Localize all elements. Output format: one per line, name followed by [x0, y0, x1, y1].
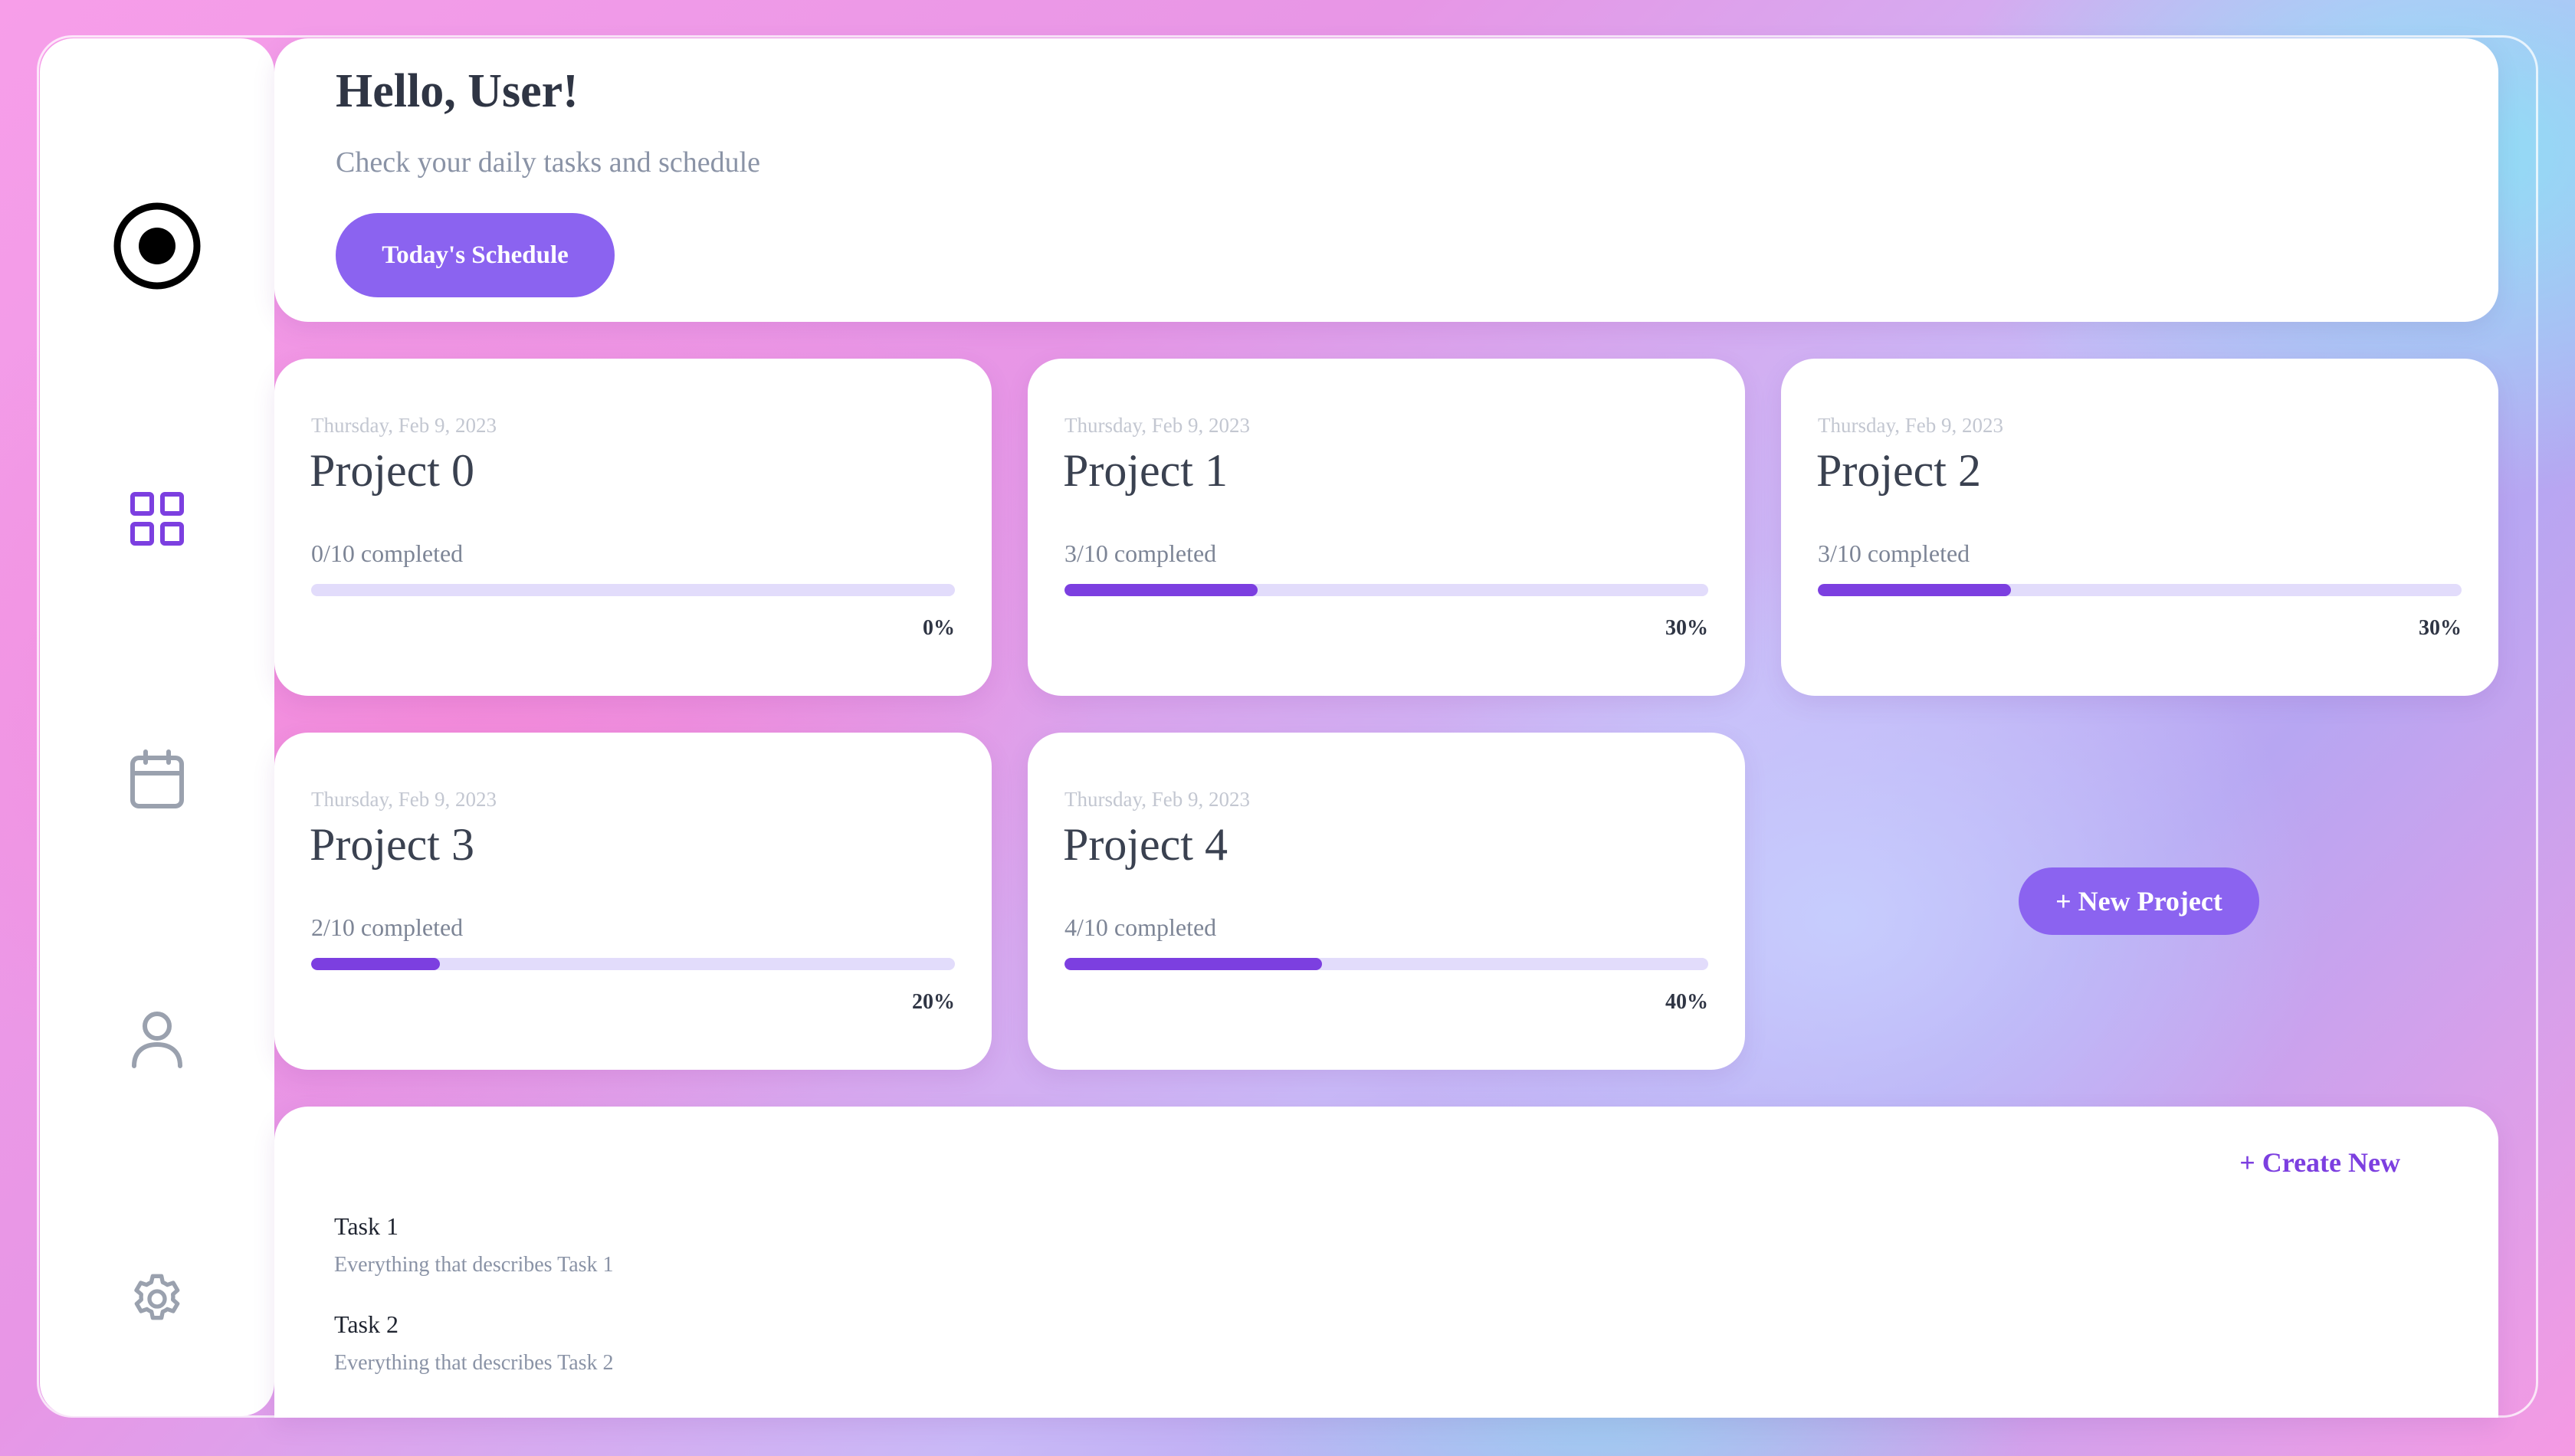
progress-percent: 0%: [923, 616, 955, 640]
progress-percent: 40%: [1665, 990, 1708, 1014]
sidebar-item-settings[interactable]: [40, 1249, 274, 1349]
logo-icon[interactable]: [40, 196, 274, 296]
project-completed-count: 3/10 completed: [1818, 539, 1970, 567]
task-description: Everything that describes Task 1: [334, 1253, 614, 1277]
sidebar-item-profile[interactable]: [40, 990, 274, 1090]
project-date: Thursday, Feb 9, 2023: [1064, 788, 1250, 811]
greeting-title: Hello, User!: [336, 65, 579, 117]
project-name: Project 3: [310, 819, 474, 870]
create-new-task-link[interactable]: + Create New: [2239, 1146, 2400, 1179]
progress-track: [1064, 958, 1708, 970]
progress-fill: [1064, 958, 1322, 970]
progress-percent: 30%: [2419, 616, 2462, 640]
progress-fill: [311, 958, 440, 970]
project-date: Thursday, Feb 9, 2023: [1064, 414, 1250, 437]
dashboard-grid-icon: [130, 492, 184, 546]
new-project-button[interactable]: + New Project: [2019, 867, 2259, 935]
todays-schedule-button[interactable]: Today's Schedule: [336, 213, 615, 297]
task-description: Everything that describes Task 2: [334, 1351, 614, 1375]
sidebar-item-dashboard[interactable]: [40, 469, 274, 569]
greeting-subtitle: Check your daily tasks and schedule: [336, 146, 761, 179]
tasks-card: + Create New Task 1 Everything that desc…: [274, 1107, 2498, 1418]
list-item[interactable]: Task 1 Everything that describes Task 1: [334, 1212, 614, 1277]
task-title: Task 1: [334, 1212, 399, 1240]
progress-track: [1064, 584, 1708, 596]
project-card[interactable]: Thursday, Feb 9, 2023 Project 3 2/10 com…: [274, 733, 992, 1070]
progress-percent: 30%: [1665, 616, 1708, 640]
project-name: Project 4: [1063, 819, 1228, 870]
list-item[interactable]: Task 2 Everything that describes Task 2: [334, 1310, 614, 1376]
progress-percent: 20%: [912, 990, 955, 1014]
project-card[interactable]: Thursday, Feb 9, 2023 Project 1 3/10 com…: [1028, 359, 1745, 696]
sidebar: [40, 38, 274, 1416]
task-title: Task 2: [334, 1310, 399, 1338]
progress-track: [311, 958, 955, 970]
project-date: Thursday, Feb 9, 2023: [311, 414, 497, 437]
project-completed-count: 4/10 completed: [1064, 913, 1217, 941]
project-card[interactable]: Thursday, Feb 9, 2023 Project 4 4/10 com…: [1028, 733, 1745, 1070]
sidebar-item-calendar[interactable]: [40, 730, 274, 829]
welcome-card: Hello, User! Check your daily tasks and …: [274, 38, 2498, 322]
progress-track: [311, 584, 955, 596]
project-card[interactable]: Thursday, Feb 9, 2023 Project 2 3/10 com…: [1781, 359, 2498, 696]
project-completed-count: 0/10 completed: [311, 539, 464, 567]
project-card[interactable]: Thursday, Feb 9, 2023 Project 0 0/10 com…: [274, 359, 992, 696]
project-name: Project 0: [310, 445, 474, 496]
project-date: Thursday, Feb 9, 2023: [311, 788, 497, 811]
progress-track: [1818, 584, 2462, 596]
project-name: Project 1: [1063, 445, 1228, 496]
progress-fill: [1064, 584, 1258, 596]
settings-gear-icon: [134, 1274, 180, 1320]
project-name: Project 2: [1816, 445, 1981, 496]
project-date: Thursday, Feb 9, 2023: [1818, 414, 2003, 437]
user-icon: [132, 1012, 182, 1068]
project-completed-count: 3/10 completed: [1064, 539, 1217, 567]
progress-fill: [1818, 584, 2011, 596]
project-completed-count: 2/10 completed: [311, 913, 464, 941]
calendar-icon: [130, 749, 184, 808]
